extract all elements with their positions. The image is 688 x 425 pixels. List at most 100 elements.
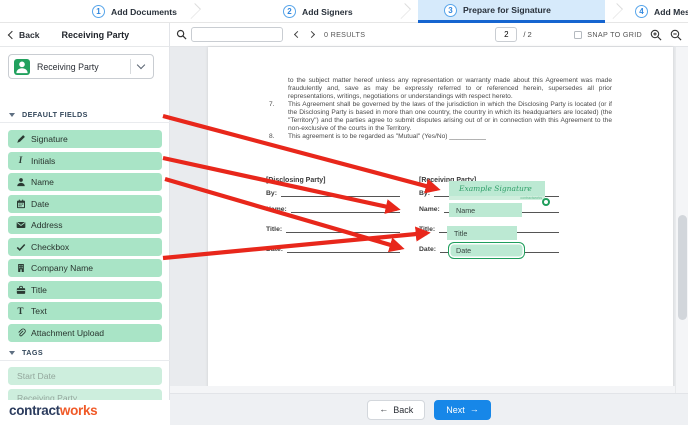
snap-to-grid-checkbox[interactable] <box>574 31 582 39</box>
contract-clause-8: 8. This agreement is to be regarded as "… <box>266 133 612 141</box>
scrollbar-thumb[interactable] <box>678 215 687 320</box>
field-pill-label: Address <box>31 220 63 230</box>
chevron-left-icon <box>8 30 16 38</box>
signature-line <box>291 212 400 213</box>
clause-text: This Agreement shall be governed by the … <box>288 101 612 133</box>
dropdown-divider <box>130 59 131 74</box>
check-icon <box>15 241 26 252</box>
sidebar-header: Back Receiving Party <box>0 23 169 47</box>
field-value: Date <box>449 246 471 255</box>
step-separator-chevron <box>607 3 623 19</box>
field-pill-attachment-upload[interactable]: Attachment Upload <box>8 324 162 342</box>
disclosing-title-row: Title: <box>266 223 400 233</box>
disclosing-party-heading: [Disclosing Party] <box>266 177 326 184</box>
row-label: Title: <box>266 226 286 233</box>
document-canvas: to the subject matter hereof unless any … <box>170 47 675 393</box>
calendar-icon <box>15 198 26 209</box>
footer-bar: ← Back Next → <box>170 393 688 425</box>
back-link[interactable]: Back <box>0 30 40 40</box>
zoom-in-icon[interactable] <box>650 29 662 41</box>
document-page[interactable]: to the subject matter hereof unless any … <box>208 47 673 393</box>
logo-part2: works <box>60 403 98 418</box>
step-label: Add Signers <box>302 7 353 17</box>
collapse-triangle-icon <box>9 113 15 117</box>
clause-number: 8. <box>266 133 288 141</box>
field-pill-date[interactable]: Date <box>8 195 162 213</box>
row-label: Date: <box>419 246 440 253</box>
signature-line <box>281 196 400 197</box>
placed-name-field[interactable]: Name <box>449 203 522 217</box>
signature-watermark: contractworks <box>449 196 545 200</box>
snap-to-grid-control: SNAP TO GRID <box>574 30 642 39</box>
back-button[interactable]: ← Back <box>367 400 425 420</box>
horizontal-scrollbar[interactable] <box>170 386 675 393</box>
next-button-label: Next <box>446 405 465 415</box>
field-pill-label: Date <box>31 199 49 209</box>
default-fields-section-header[interactable]: DEFAULT FIELDS <box>0 107 170 123</box>
disclosing-date-row: Date: <box>266 243 400 253</box>
search-icon <box>176 29 187 40</box>
field-pill-label: Name <box>31 177 54 187</box>
row-label: Title: <box>419 226 439 233</box>
contractworks-app: 1 Add Documents 2 Add Signers 3 Prepare … <box>0 0 688 425</box>
fields-sidebar: Back Receiving Party Receiving Party DEF… <box>0 23 170 400</box>
disclosing-by-row: By: <box>266 187 400 197</box>
signature-example-text: Example Signature <box>449 181 545 193</box>
vertical-scrollbar[interactable] <box>675 47 688 393</box>
step-number-badge: 4 <box>635 5 648 18</box>
contractworks-logo: contractworks <box>9 403 97 418</box>
step-add-documents[interactable]: 1 Add Documents <box>82 0 187 23</box>
field-pill-company-name[interactable]: Company Name <box>8 259 162 277</box>
search-input[interactable] <box>191 27 283 42</box>
field-value: Title <box>447 229 467 238</box>
contract-paragraph: to the subject matter hereof unless any … <box>288 77 612 101</box>
page-number-input[interactable] <box>495 27 517 42</box>
field-value: Name <box>449 206 475 215</box>
signer-dropdown[interactable]: Receiving Party <box>8 54 154 79</box>
zoom-out-icon[interactable] <box>670 29 682 41</box>
next-result-icon[interactable] <box>308 31 315 38</box>
step-label: Add Message <box>654 7 688 17</box>
field-pill-initials[interactable]: I Initials <box>8 152 162 170</box>
field-pill-text[interactable]: T Text <box>8 302 162 320</box>
document-toolbar: 0 RESULTS / 2 SNAP TO GRID <box>170 23 688 47</box>
placed-title-field[interactable]: Title <box>447 226 517 240</box>
page-total: / 2 <box>523 30 531 39</box>
placed-signature-field[interactable]: Example Signature contractworks <box>449 181 545 200</box>
row-label: Name: <box>419 206 444 213</box>
arrow-right-icon: → <box>470 405 479 414</box>
field-pill-address[interactable]: Address <box>8 216 162 234</box>
person-icon <box>15 177 26 188</box>
step-number-badge: 1 <box>92 5 105 18</box>
building-icon <box>15 263 26 274</box>
workflow-stepper: 1 Add Documents 2 Add Signers 3 Prepare … <box>0 0 688 23</box>
step-add-message[interactable]: 4 Add Message <box>625 0 688 23</box>
step-add-signers[interactable]: 2 Add Signers <box>273 0 363 23</box>
step-number-badge: 3 <box>444 4 457 17</box>
next-button[interactable]: Next → <box>434 400 491 420</box>
collapse-triangle-icon <box>9 351 15 355</box>
field-pill-label: Text <box>31 306 47 316</box>
step-prepare-for-signature[interactable]: 3 Prepare for Signature <box>418 0 605 23</box>
previous-result-icon[interactable] <box>294 31 301 38</box>
pen-icon <box>15 134 26 145</box>
results-count: 0 RESULTS <box>324 30 365 39</box>
logo-part1: contract <box>9 403 60 418</box>
row-label: Date: <box>266 246 287 253</box>
sidebar-title: Receiving Party <box>62 30 130 40</box>
back-button-label: Back <box>393 405 413 415</box>
field-pill-name[interactable]: Name <box>8 173 162 191</box>
step-label: Prepare for Signature <box>463 5 551 15</box>
back-link-label: Back <box>19 30 40 40</box>
placed-date-field-selected[interactable]: Date <box>448 242 525 259</box>
field-pill-title[interactable]: Title <box>8 281 162 299</box>
tag-pill-label: Start Date <box>17 371 56 381</box>
tags-section-header[interactable]: TAGS <box>0 345 170 361</box>
field-pill-signature[interactable]: Signature <box>8 130 162 148</box>
signature-line <box>286 232 400 233</box>
field-pill-checkbox[interactable]: Checkbox <box>8 238 162 256</box>
section-title: DEFAULT FIELDS <box>22 110 88 119</box>
envelope-icon <box>15 220 26 231</box>
resize-handle[interactable] <box>542 198 550 206</box>
tag-pill-start-date[interactable]: Start Date <box>8 367 162 385</box>
